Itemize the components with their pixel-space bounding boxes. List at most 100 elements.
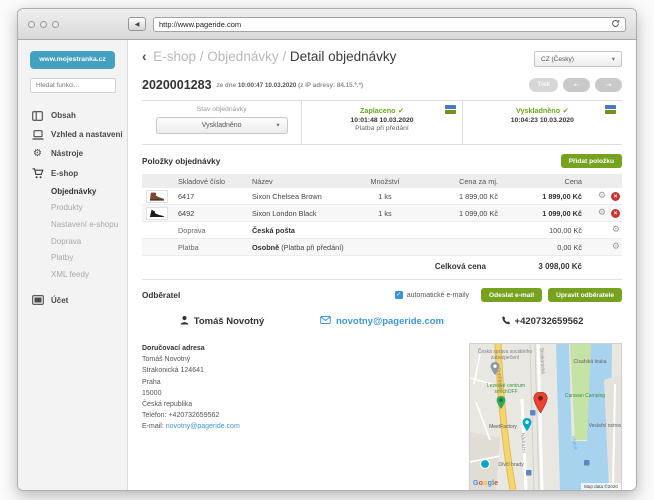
- map-poi-teal-icon[interactable]: [480, 459, 490, 469]
- email-log-icon[interactable]: [605, 105, 616, 114]
- item-delete-icon[interactable]: ×: [611, 209, 620, 218]
- shipped-datetime: 10:04:23 10.03.2020: [463, 117, 622, 124]
- sidebar-item-nastaveni-eshopu[interactable]: Nastavení e-shopu: [18, 216, 127, 233]
- order-items-table: Skladové číslo Název Množství Cena za mj…: [142, 174, 622, 277]
- sidebar-item-eshop[interactable]: E-shop: [18, 163, 127, 183]
- column-name: Název: [252, 177, 352, 186]
- map-pin-green[interactable]: [496, 396, 506, 409]
- sidebar-item-xml-feedy[interactable]: XML feedy: [18, 266, 127, 283]
- customer-phone[interactable]: +420732659562: [462, 315, 622, 328]
- item-settings-icon[interactable]: ⚙: [598, 209, 606, 218]
- site-link-button[interactable]: www.mojestranka.cz: [30, 51, 115, 69]
- sidebar-item-platby[interactable]: Platby: [18, 249, 127, 266]
- sidebar-item-vzhled[interactable]: Vzhled a nastavení: [18, 125, 127, 144]
- breadcrumb-back-icon[interactable]: ‹: [142, 49, 147, 64]
- previous-order-button[interactable]: ←: [563, 78, 590, 92]
- item-price: 1 099,00 Kč: [498, 209, 582, 218]
- paid-status: Zaplaceno: [302, 106, 461, 115]
- map-label: Císařská louka: [562, 360, 618, 366]
- order-status-label: Stav objednávky: [142, 106, 301, 113]
- column-qty: Množství: [352, 177, 418, 186]
- address-email-link[interactable]: novotny@pageride.com: [166, 423, 240, 430]
- sidebar-item-doprava[interactable]: Doprava: [18, 233, 127, 250]
- map-label: Česká správa sociálního zabezpečení: [474, 350, 536, 362]
- map-label: Strakonická: [538, 348, 545, 374]
- shipping-settings-icon[interactable]: ⚙: [612, 226, 620, 235]
- edit-customer-button[interactable]: Upravit odběratele: [548, 288, 622, 302]
- minimize-window-icon[interactable]: [40, 21, 47, 28]
- back-arrow-icon: ◀: [135, 21, 140, 28]
- map-marker-destination[interactable]: [533, 392, 548, 413]
- delivery-address: Doručovací adresa Tomáš Novotný Strakoni…: [142, 343, 240, 491]
- sidebar-item-label: Účet: [51, 296, 68, 305]
- sidebar-item-objednavky[interactable]: Objednávky: [18, 183, 127, 200]
- address-line: Praha: [142, 377, 240, 388]
- total-label: Celková cena: [435, 262, 486, 271]
- close-window-icon[interactable]: [28, 21, 35, 28]
- envelope-icon: [320, 316, 331, 327]
- total-value: 3 098,00 Kč: [486, 262, 582, 271]
- email-log-icon[interactable]: [445, 105, 456, 114]
- address-title: Doručovací adresa: [142, 343, 240, 354]
- shipping-label: Doprava: [178, 226, 252, 235]
- browser-toolbar: ◀: [18, 9, 636, 40]
- shipping-name: Česká pošta: [252, 226, 352, 235]
- google-logo: Google: [473, 480, 498, 487]
- browser-window: ◀ www.mojestranka.cz Obsah Vzhled a nast…: [17, 8, 637, 491]
- maximize-window-icon[interactable]: [52, 21, 59, 28]
- item-qty: 1 ks: [352, 192, 418, 201]
- address-email: E-mail: novotny@pageride.com: [142, 421, 240, 432]
- map-pin-teal[interactable]: [522, 418, 532, 431]
- shipped-status: Vyskladněno: [463, 106, 622, 115]
- order-status-select[interactable]: Vyskladněno: [156, 117, 288, 134]
- order-status-strip: Stav objednávky Vyskladněno Zaplaceno 10…: [142, 100, 622, 145]
- item-settings-icon[interactable]: ⚙: [598, 192, 606, 201]
- column-price: Cena: [498, 177, 582, 186]
- url-input[interactable]: [159, 20, 611, 29]
- sidebar-item-produkty[interactable]: Produkty: [18, 200, 127, 217]
- table-header: Skladové číslo Název Množství Cena za mj…: [142, 174, 622, 188]
- next-order-button[interactable]: →: [595, 78, 622, 92]
- map-label: Nádražní: [519, 433, 526, 454]
- refresh-icon[interactable]: [611, 15, 620, 33]
- print-button[interactable]: Tisk: [529, 78, 558, 92]
- payment-note: (Platba při předání): [281, 243, 343, 252]
- payment-price: 0,00 Kč: [498, 243, 582, 252]
- sidebar-item-obsah[interactable]: Obsah: [18, 106, 127, 125]
- item-qty: 1 ks: [352, 209, 418, 218]
- language-select[interactable]: CZ (Česky): [534, 51, 622, 67]
- language-value: CZ (Česky): [541, 56, 574, 63]
- person-icon: [180, 315, 189, 328]
- item-delete-icon[interactable]: ×: [611, 192, 620, 201]
- delivery-map[interactable]: Česká správa sociálního zabezpečení Císa…: [469, 343, 622, 491]
- map-label: Veslařsí ostrov: [588, 424, 622, 430]
- breadcrumb: ‹ E-shop / Objednávky / Detail objednávk…: [142, 49, 396, 64]
- paid-note: Platba při předání: [302, 125, 461, 132]
- payment-settings-icon[interactable]: ⚙: [612, 243, 620, 252]
- function-search-input[interactable]: [30, 78, 116, 93]
- table-row: 6492 Sixon London Black 1 ks 1 099,00 Kč…: [142, 205, 622, 222]
- address-line: Tomáš Novotný: [142, 354, 240, 365]
- address-bar[interactable]: [153, 17, 626, 32]
- customer-section-title: Odběratel: [142, 291, 389, 300]
- send-email-button[interactable]: Odeslat e-mail: [481, 288, 542, 302]
- sidebar-item-ucet[interactable]: Účet: [18, 291, 127, 310]
- auto-emails-checkbox[interactable]: [395, 291, 403, 299]
- sidebar-item-nastroje[interactable]: ⚙ Nástroje: [18, 144, 127, 163]
- payment-row: Platba Osobně (Platba při předání) 0,00 …: [142, 239, 622, 256]
- column-sku: Skladové číslo: [178, 177, 252, 186]
- map-pin-gray[interactable]: [490, 362, 500, 375]
- map-label: Dívčí hrady: [490, 463, 532, 469]
- add-item-button[interactable]: Přidat položku: [561, 154, 622, 168]
- product-thumbnail: [146, 190, 168, 203]
- total-row: Celková cena 3 098,00 Kč: [142, 256, 622, 277]
- table-row: 6417 Sixon Chelsea Brown 1 ks 1 899,00 K…: [142, 188, 622, 205]
- breadcrumb-parents[interactable]: E-shop / Objednávky /: [153, 49, 286, 64]
- address-line: Strakonická 124641: [142, 365, 240, 376]
- page-title: Detail objednávky: [290, 49, 397, 64]
- map-label: MeetFactory: [482, 425, 524, 431]
- paid-datetime: 10:01:48 10.03.2020: [302, 117, 461, 124]
- customer-email-link[interactable]: novotny@pageride.com: [302, 315, 462, 328]
- cart-icon: [31, 168, 44, 179]
- browser-back-button[interactable]: ◀: [128, 17, 146, 31]
